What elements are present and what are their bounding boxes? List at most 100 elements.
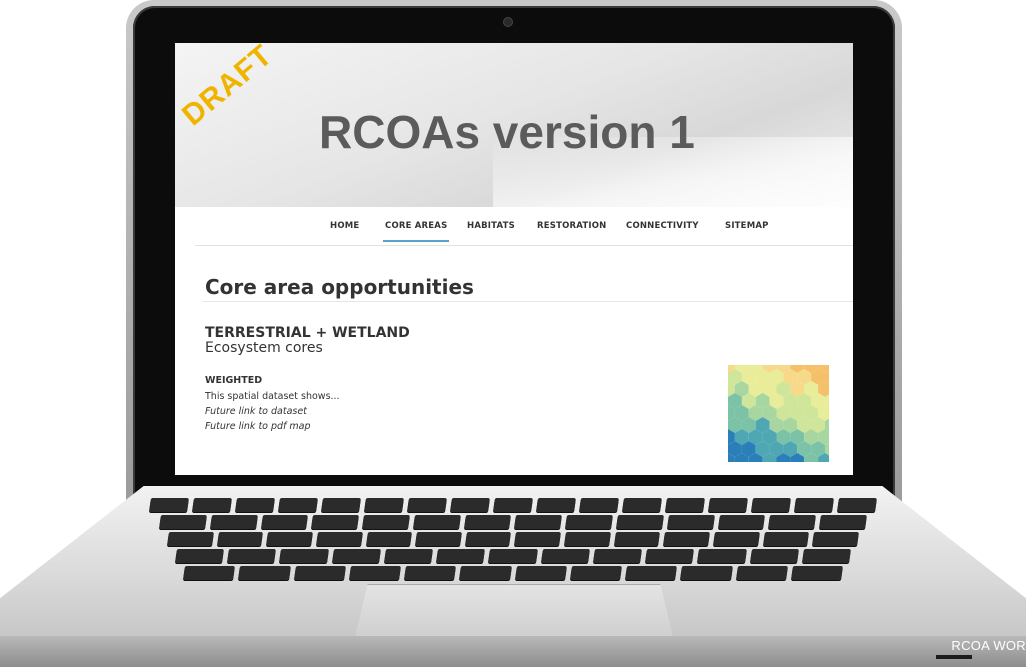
key [565,515,614,529]
key [514,515,563,529]
key [790,566,843,580]
key [365,532,413,546]
key [364,498,404,512]
key [238,566,291,580]
key [762,532,810,546]
key [362,515,410,529]
key [266,532,313,546]
section-subtitle: Ecosystem cores [205,340,323,356]
nav-sitemap[interactable]: SITEMAP [725,221,769,231]
key [751,498,791,512]
pdf-map-link[interactable]: Future link to pdf map [205,421,311,432]
key [315,532,363,546]
key [192,498,232,512]
key [293,566,346,580]
key [579,498,619,512]
key [613,532,661,546]
hero-banner: DRAFT RCOAs version 1 [175,43,853,207]
key [717,515,766,529]
key [235,498,275,512]
key [436,549,486,563]
keyboard-row [175,549,852,563]
keyboard-row [167,532,859,546]
key [536,498,576,512]
key [227,549,277,563]
keyboard [149,498,877,582]
keyboard-row [159,515,867,529]
key [209,515,258,529]
key [278,498,318,512]
key [463,515,512,529]
key [348,566,401,580]
key [488,549,538,563]
key [183,566,236,580]
key [450,498,490,512]
key [569,566,622,580]
key [493,498,533,512]
key [819,515,867,529]
key [735,566,788,580]
footer-label: RCOA WOR [951,638,1026,653]
key [540,549,590,563]
key [713,532,760,546]
webcam-icon [503,17,513,27]
nav-connectivity[interactable]: CONNECTIVITY [626,221,699,231]
key [564,532,611,546]
key [768,515,817,529]
key [383,549,434,563]
key [749,549,799,563]
key [616,515,664,529]
keyboard-row [183,566,843,580]
key [708,498,748,512]
key [311,515,360,529]
keyboard-row [149,498,877,512]
website-screen: DRAFT RCOAs version 1 HOME CORE AREAS HA… [175,43,853,475]
weighted-description: This spatial dataset shows... [205,391,340,402]
key [801,549,852,563]
page-title: Core area opportunities [205,275,474,299]
key [697,549,747,563]
main-nav: HOME CORE AREAS HABITATS RESTORATION CON… [195,209,853,246]
key [404,566,457,580]
nav-home[interactable]: HOME [330,221,359,231]
dataset-link[interactable]: Future link to dataset [205,406,307,417]
hexbin-map-thumbnail[interactable] [728,365,829,462]
nav-habitats[interactable]: HABITATS [467,221,515,231]
key [663,532,711,546]
draft-watermark: DRAFT [176,43,279,133]
key [464,532,512,546]
key [514,566,567,580]
nav-core-areas[interactable]: CORE AREAS [382,221,450,242]
key [167,532,214,546]
nav-restoration[interactable]: RESTORATION [537,221,606,231]
title-divider [203,301,853,302]
key [216,532,264,546]
key [415,532,462,546]
key [459,566,512,580]
status-led [936,655,972,659]
key [625,566,678,580]
key [514,532,562,546]
weighted-label: WEIGHTED [205,375,263,386]
key [412,515,461,529]
key [279,549,329,563]
key [159,515,207,529]
key [645,549,695,563]
key [665,498,705,512]
hero-title: RCOAs version 1 [319,106,695,158]
key [175,549,225,563]
key [812,532,859,546]
key [260,515,309,529]
key [321,498,361,512]
key [149,498,189,512]
key [592,549,643,563]
key [794,498,834,512]
key [666,515,715,529]
section-title: TERRESTRIAL + WETLAND [205,325,410,341]
key [622,498,662,512]
key [837,498,877,512]
laptop-front-edge [0,636,1026,667]
key [331,549,381,563]
key [680,566,733,580]
key [407,498,447,512]
